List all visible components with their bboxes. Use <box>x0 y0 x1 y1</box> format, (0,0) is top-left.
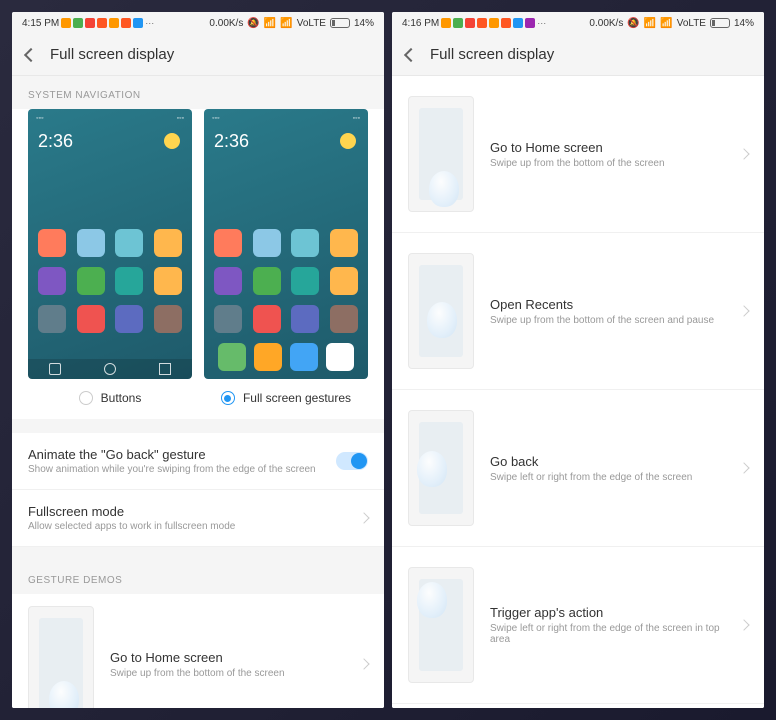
demo-home[interactable]: Go to Home screen Swipe up from the botto… <box>392 76 764 233</box>
demo-title: Trigger app's action <box>490 605 724 620</box>
more-icon: ··· <box>145 18 154 28</box>
demo-title: Go to Home screen <box>110 650 344 665</box>
chevron-right-icon <box>358 512 369 523</box>
chevron-right-icon <box>738 148 749 159</box>
app-icon <box>489 18 499 28</box>
setting-title: Animate the "Go back" gesture <box>28 447 336 462</box>
gesture-illustration <box>408 410 474 526</box>
radio-buttons[interactable] <box>79 391 93 405</box>
option-label: Full screen gestures <box>243 391 351 405</box>
app-icon <box>97 18 107 28</box>
gesture-illustration <box>28 606 94 708</box>
app-icon <box>477 18 487 28</box>
gesture-illustration <box>408 567 474 683</box>
data-rate: 0.00K/s <box>209 18 243 29</box>
option-gestures[interactable]: ◦◦◦◦◦◦ 2:36 Full screen gestures <box>204 109 368 405</box>
setting-title: Fullscreen mode <box>28 504 360 519</box>
phone-right: 4:16 PM ··· 0.00K/s 🔕 📶 📶 VoLTE 14% Full… <box>392 12 764 708</box>
chevron-right-icon <box>738 462 749 473</box>
battery-pct: 14% <box>354 18 374 29</box>
weather-icon <box>340 133 356 149</box>
more-icon: ··· <box>537 18 546 28</box>
app-icon <box>73 18 83 28</box>
phone-left: 4:15 PM ··· 0.00K/s 🔕 📶 📶 VoLTE 14% Full… <box>12 12 384 708</box>
demo-title: Open Recents <box>490 297 724 312</box>
page-title: Full screen display <box>430 46 554 63</box>
volte-label: VoLTE <box>677 18 706 29</box>
demo-subtitle: Swipe up from the bottom of the screen a… <box>490 315 724 326</box>
section-header: GESTURE DEMOS <box>12 561 384 594</box>
app-icon <box>525 18 535 28</box>
battery-icon <box>710 18 730 28</box>
demo-title: Go to Home screen <box>490 140 724 155</box>
page-title: Full screen display <box>50 46 174 63</box>
demo-subtitle: Swipe left or right from the edge of the… <box>490 472 724 483</box>
chevron-right-icon <box>358 658 369 669</box>
chevron-right-icon <box>738 619 749 630</box>
preview-clock: 2:36 <box>214 131 249 152</box>
app-icon <box>85 18 95 28</box>
signal-icon: 📶 <box>660 18 672 29</box>
gesture-illustration <box>408 253 474 369</box>
app-icon <box>121 18 131 28</box>
animate-goback-row[interactable]: Animate the "Go back" gesture Show animat… <box>12 433 384 490</box>
mute-icon: 🔕 <box>627 18 639 29</box>
app-icon <box>513 18 523 28</box>
navigation-preview: ◦◦◦◦◦◦ 2:36 Buttons ◦◦◦◦◦◦ 2:36 Full scr… <box>12 109 384 419</box>
app-icon <box>465 18 475 28</box>
setting-subtitle: Allow selected apps to work in fullscree… <box>28 521 360 532</box>
demo-back[interactable]: Go back Swipe left or right from the edge… <box>392 390 764 547</box>
fullscreen-mode-row[interactable]: Fullscreen mode Allow selected apps to wo… <box>12 490 384 547</box>
toggle-switch[interactable] <box>336 452 368 470</box>
chevron-right-icon <box>738 305 749 316</box>
status-time: 4:16 PM <box>402 18 439 29</box>
preview-buttons: ◦◦◦◦◦◦ 2:36 <box>28 109 192 379</box>
battery-pct: 14% <box>734 18 754 29</box>
data-rate: 0.00K/s <box>589 18 623 29</box>
demo-subtitle: Swipe up from the bottom of the screen <box>110 668 344 679</box>
section-header: SYSTEM NAVIGATION <box>12 76 384 109</box>
preview-clock: 2:36 <box>38 131 73 152</box>
volte-label: VoLTE <box>297 18 326 29</box>
app-icon <box>501 18 511 28</box>
radio-gestures[interactable] <box>221 391 235 405</box>
back-icon[interactable] <box>24 47 38 61</box>
status-bar: 4:16 PM ··· 0.00K/s 🔕 📶 📶 VoLTE 14% <box>392 12 764 34</box>
demo-app-action[interactable]: Trigger app's action Swipe left or right … <box>392 547 764 704</box>
status-bar: 4:15 PM ··· 0.00K/s 🔕 📶 📶 VoLTE 14% <box>12 12 384 34</box>
app-icon <box>441 18 451 28</box>
app-icon <box>109 18 119 28</box>
app-icon <box>453 18 463 28</box>
status-time: 4:15 PM <box>22 18 59 29</box>
demo-subtitle: Swipe up from the bottom of the screen <box>490 158 724 169</box>
battery-icon <box>330 18 350 28</box>
app-icon <box>61 18 71 28</box>
weather-icon <box>164 133 180 149</box>
back-icon[interactable] <box>404 47 418 61</box>
preview-gestures: ◦◦◦◦◦◦ 2:36 <box>204 109 368 379</box>
demo-subtitle: Swipe left or right from the edge of the… <box>490 623 724 645</box>
wifi-icon: 📶 <box>644 18 656 29</box>
setting-subtitle: Show animation while you're swiping from… <box>28 464 336 475</box>
demo-recents[interactable]: Open Recents Swipe up from the bottom of … <box>392 233 764 390</box>
gesture-illustration <box>408 96 474 212</box>
option-buttons[interactable]: ◦◦◦◦◦◦ 2:36 Buttons <box>28 109 192 405</box>
app-icon <box>133 18 143 28</box>
mute-icon: 🔕 <box>247 18 259 29</box>
signal-icon: 📶 <box>280 18 292 29</box>
wifi-icon: 📶 <box>264 18 276 29</box>
demo-home[interactable]: Go to Home screen Swipe up from the botto… <box>12 594 384 708</box>
demo-title: Go back <box>490 454 724 469</box>
title-bar: Full screen display <box>12 34 384 76</box>
title-bar: Full screen display <box>392 34 764 76</box>
option-label: Buttons <box>101 391 142 405</box>
